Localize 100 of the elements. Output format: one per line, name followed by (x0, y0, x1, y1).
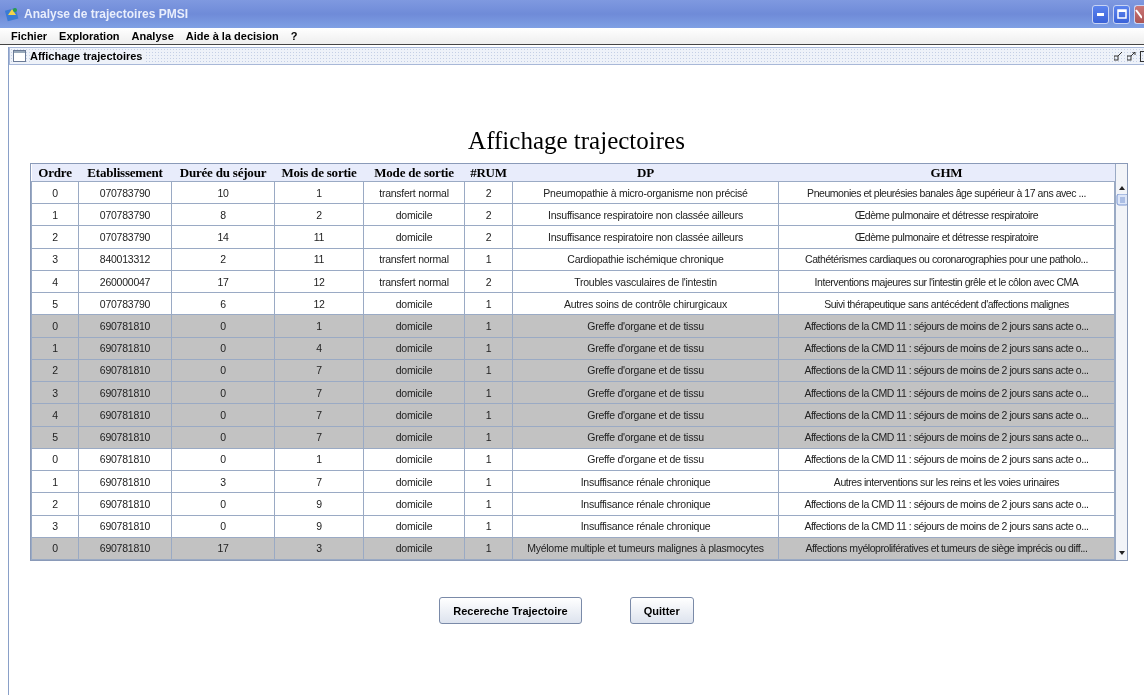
shrink-icon[interactable] (1114, 51, 1123, 61)
table-row[interactable]: 1 690781810 0 4 domicile 1 Greffe d'organe et de tissu Affections de la CMD 11 : séjours de moins de 2 jours sans acte o... (31, 337, 1115, 360)
table-cell: 4 (31, 270, 79, 293)
table-cell: Autres interventions sur les reins et les voies urinaires (778, 470, 1115, 493)
minimize-icon (1097, 12, 1104, 16)
table-cell: 070783790 (78, 225, 172, 249)
table-cell: 1 (464, 292, 513, 315)
table-cell: 1 (274, 448, 364, 471)
table-cell: 10 (171, 181, 275, 204)
menu-item[interactable]: Analyse (131, 30, 174, 42)
table-row[interactable]: 4 260000047 17 12 transfert normal 2 Troubles vasculaires de l'intestin Interventions majeures sur l'intestin grêle et le côlon avec CMA (31, 270, 1115, 293)
table-cell: 690781810 (78, 470, 172, 493)
table-row[interactable]: 5 070783790 6 12 domicile 1 Autres soins de contrôle chirurgicaux Suivi thérapeutique sans antécédent d'affections malignes (31, 292, 1115, 315)
table-cell: domicile (363, 515, 465, 538)
table-cell: transfert normal (363, 270, 465, 293)
table-cell: 690781810 (78, 492, 172, 515)
table-row[interactable]: 0 690781810 17 3 domicile 1 Myélome multiple et tumeurs malignes à plasmocytes Affections myéloprolifératives et tumeurs de siège imprécis ou diff... (31, 537, 1115, 560)
table-cell: 0 (171, 515, 275, 538)
table-cell: 070783790 (78, 292, 172, 315)
frame-title: Affichage trajectoires (30, 50, 147, 62)
table-cell: 3 (171, 470, 275, 493)
table-cell: 0 (171, 448, 275, 471)
table-row[interactable]: 0 690781810 0 1 domicile 1 Greffe d'organe et de tissu Affections de la CMD 11 : séjours de moins de 2 jours sans acte o... (31, 314, 1115, 338)
table-cell: 12 (274, 292, 364, 315)
column-header[interactable]: Durée du séjour (171, 164, 275, 182)
table-cell: domicile (363, 225, 465, 249)
table-row[interactable]: 2 690781810 0 7 domicile 1 Greffe d'organe et de tissu Affections de la CMD 11 : séjours de moins de 2 jours sans acte o... (31, 359, 1115, 382)
table-row[interactable]: 3 690781810 0 9 domicile 1 Insuffisance rénale chronique Affections de la CMD 11 : séjours de moins de 2 jours sans acte o... (31, 515, 1115, 538)
table-cell: 4 (31, 403, 79, 427)
column-header[interactable]: Ordre (31, 164, 79, 182)
table-cell: Insuffisance rénale chronique (512, 470, 779, 493)
table-row[interactable]: 2 070783790 14 11 domicile 2 Insuffisance respiratoire non classée ailleurs Œdème pulmonaire et détresse respiratoire (31, 225, 1115, 249)
column-header[interactable]: GHM (778, 164, 1115, 182)
table-cell: Greffe d'organe et de tissu (512, 381, 779, 404)
table-cell: 2 (274, 203, 364, 226)
table-cell: 0 (31, 181, 79, 204)
minimize-button[interactable] (1092, 4, 1109, 24)
table-cell: domicile (363, 203, 465, 226)
table-cell: Myélome multiple et tumeurs malignes à plasmocytes (512, 537, 779, 560)
table-row[interactable]: 1 070783790 8 2 domicile 2 Insuffisance respiratoire non classée ailleurs Œdème pulmonaire et détresse respiratoire (31, 203, 1115, 226)
table-cell: 5 (31, 426, 79, 449)
table-row[interactable]: 0 070783790 10 1 transfert normal 2 Pneumopathie à micro-organisme non précisé Pneumonies et pleurésies banales âge supérieur à 17 ans avec ... (31, 181, 1115, 204)
table-cell: 2 (464, 270, 513, 293)
table-cell: 1 (31, 203, 79, 226)
table-cell: 1 (464, 492, 513, 515)
table-cell: domicile (363, 470, 465, 493)
table-cell: Insuffisance rénale chronique (512, 492, 779, 515)
maximize-button[interactable] (1113, 4, 1130, 24)
expand-icon[interactable] (1127, 51, 1136, 61)
table-cell: domicile (363, 292, 465, 315)
table-cell: 2 (31, 359, 79, 382)
action-button[interactable]: Recereche Trajectoire (439, 597, 582, 624)
frame-edge-icon (1140, 50, 1144, 62)
table-cell: 1 (464, 515, 513, 538)
table-cell: Pneumopathie à micro-organisme non précisé (512, 181, 779, 204)
table-cell: 11 (274, 248, 364, 271)
table-cell: Œdème pulmonaire et détresse respiratoire (778, 203, 1115, 226)
table-cell: 2 (31, 225, 79, 249)
table-cell: 2 (464, 203, 513, 226)
table-row[interactable]: 5 690781810 0 7 domicile 1 Greffe d'organe et de tissu Affections de la CMD 11 : séjours de moins de 2 jours sans acte o... (31, 426, 1115, 449)
menu-item[interactable]: ? (290, 30, 298, 42)
table-cell: 8 (171, 203, 275, 226)
app-icon (4, 6, 20, 22)
table-cell: 0 (31, 537, 79, 560)
table-row[interactable]: 3 840013312 2 11 transfert normal 1 Cardiopathie ischémique chronique Cathétérismes cardiaques ou coronarographies pour une patholo... (31, 248, 1115, 271)
table-cell: Greffe d'organe et de tissu (512, 448, 779, 471)
table-cell: 0 (31, 448, 79, 471)
table-cell: 12 (274, 270, 364, 293)
menu-item[interactable]: Aide à la decision (185, 30, 279, 42)
column-header[interactable]: Etablissement (78, 164, 172, 182)
table-cell: Suivi thérapeutique sans antécédent d'affections malignes (778, 292, 1115, 315)
column-header[interactable]: #RUM (464, 164, 513, 182)
table-cell: 5 (31, 292, 79, 315)
action-button[interactable]: Quitter (629, 597, 694, 624)
table-row[interactable]: 3 690781810 0 7 domicile 1 Greffe d'organe et de tissu Affections de la CMD 11 : séjours de moins de 2 jours sans acte o... (31, 381, 1115, 404)
menu-item[interactable]: Fichier (11, 30, 48, 42)
close-button[interactable] (1134, 4, 1144, 24)
table-cell: 2 (31, 492, 79, 515)
table-row[interactable]: 2 690781810 0 9 domicile 1 Insuffisance rénale chronique Affections de la CMD 11 : séjours de moins de 2 jours sans acte o... (31, 492, 1115, 515)
window-icon (13, 50, 26, 62)
column-header[interactable]: Mois de sortie (274, 164, 364, 182)
table-cell: Œdème pulmonaire et détresse respiratoire (778, 225, 1115, 249)
close-icon (1135, 9, 1142, 19)
table-cell: Greffe d'organe et de tissu (512, 337, 779, 360)
table-cell: 690781810 (78, 448, 172, 471)
table-cell: 3 (31, 515, 79, 538)
menu-item[interactable]: Exploration (59, 30, 120, 42)
table-row[interactable]: 1 690781810 3 7 domicile 1 Insuffisance rénale chronique Autres interventions sur les reins et les voies urinaires (31, 470, 1115, 493)
column-header[interactable]: Mode de sortie (363, 164, 465, 182)
table-cell: 9 (274, 515, 364, 538)
table-row[interactable]: 0 690781810 0 1 domicile 1 Greffe d'organe et de tissu Affections de la CMD 11 : séjours de moins de 2 jours sans acte o... (31, 448, 1115, 471)
table-row[interactable]: 4 690781810 0 7 domicile 1 Greffe d'organe et de tissu Affections de la CMD 11 : séjours de moins de 2 jours sans acte o... (31, 403, 1115, 427)
scroll-thumb[interactable] (1116, 194, 1127, 206)
column-header[interactable]: DP (512, 164, 779, 182)
table-cell: 7 (274, 470, 364, 493)
table-cell: Affections de la CMD 11 : séjours de moins de 2 jours sans acte o... (778, 515, 1115, 538)
table-cell: Affections de la CMD 11 : séjours de moins de 2 jours sans acte o... (778, 403, 1115, 427)
table-cell: 070783790 (78, 203, 172, 226)
table-cell: Autres soins de contrôle chirurgicaux (512, 292, 779, 315)
table-cell: 1 (274, 181, 364, 204)
